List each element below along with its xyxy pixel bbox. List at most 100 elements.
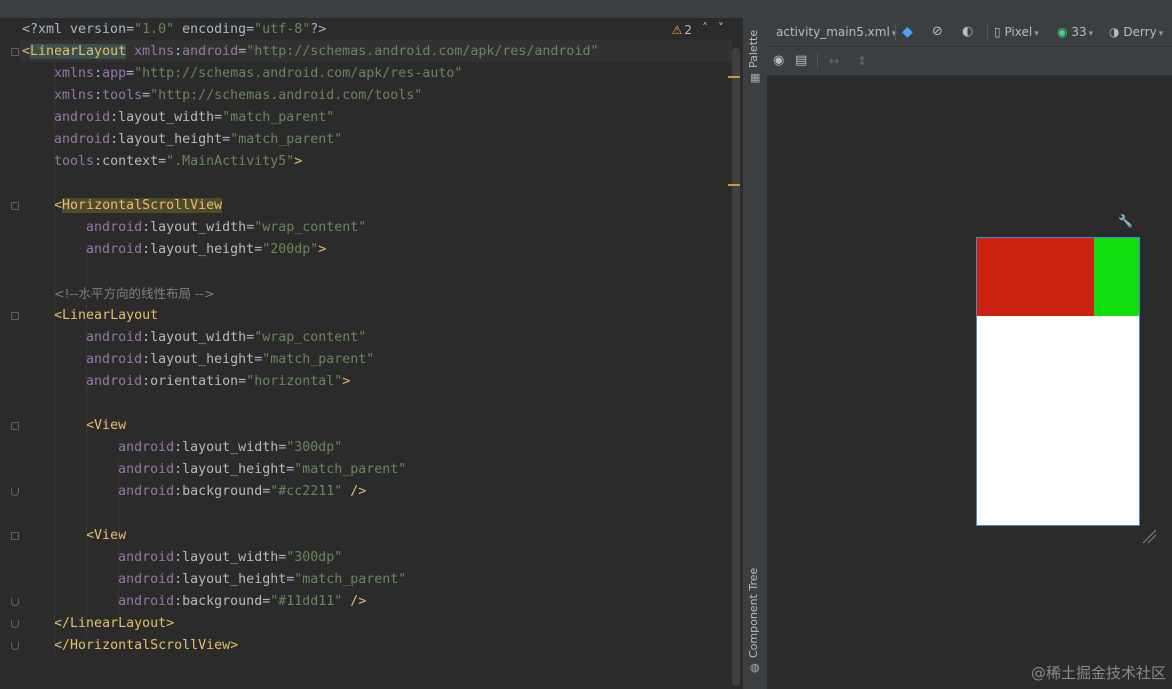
orientation-icon[interactable]: ⊘ — [932, 24, 943, 40]
code-token: <!--水平方向的线性布局 --> — [54, 286, 215, 301]
fold-marker-icon[interactable] — [11, 422, 19, 430]
code-line[interactable]: android:layout_height="200dp"> — [22, 239, 326, 261]
code-token: "#cc2211" — [270, 484, 343, 499]
code-line[interactable]: android:layout_height="match_parent" — [22, 569, 406, 591]
wrench-icon[interactable]: 🔧 — [1118, 214, 1133, 228]
code-line[interactable]: android:layout_width="wrap_content" — [22, 327, 366, 349]
code-token: "#11dd11" — [270, 594, 343, 609]
code-token: : — [174, 440, 183, 455]
vertical-constraint-icon[interactable]: ↕ — [857, 53, 867, 69]
code-token: <LinearLayout — [54, 308, 159, 323]
code-line[interactable]: android:layout_width="wrap_content" — [22, 217, 366, 239]
chevron-up-icon[interactable]: ˄ — [702, 21, 718, 35]
code-token: LinearLayout — [30, 44, 127, 59]
code-token: layout_height — [150, 242, 255, 257]
fold-marker-icon[interactable] — [11, 642, 19, 650]
code-line[interactable]: android:background="#11dd11" /> — [22, 591, 366, 613]
code-line[interactable]: <View — [22, 525, 126, 547]
indent-guide — [54, 48, 55, 658]
code-line[interactable]: android:orientation="horizontal"> — [22, 371, 350, 393]
code-token: = — [214, 110, 223, 125]
night-mode-icon[interactable]: ◐ — [962, 24, 973, 40]
file-selector[interactable]: activity_main5.xml▾ — [776, 24, 896, 40]
warning-marker[interactable] — [728, 184, 740, 186]
code-line[interactable]: </LinearLayout> — [22, 613, 174, 635]
code-token: /> — [342, 484, 367, 499]
code-line[interactable]: <HorizontalScrollView — [22, 195, 223, 217]
fold-marker-icon[interactable] — [11, 202, 19, 210]
fold-marker-icon[interactable] — [11, 598, 19, 606]
code-line[interactable]: tools:context=".MainActivity5"> — [22, 151, 302, 173]
device-name: Pixel — [1004, 25, 1033, 39]
code-token: android — [86, 242, 143, 257]
device-preview[interactable] — [976, 237, 1140, 526]
code-token: context — [102, 154, 159, 169]
fold-marker-icon[interactable] — [11, 488, 19, 496]
component-tree-icon[interactable]: ◍ — [750, 662, 762, 674]
preview-view-green[interactable] — [1094, 238, 1139, 316]
code-line[interactable]: <?xml version="1.0" encoding="utf-8"?> — [22, 19, 326, 41]
code-line[interactable]: android:layout_height="match_parent" — [22, 459, 406, 481]
warning-count: 2 — [684, 23, 692, 37]
warning-marker[interactable] — [728, 76, 740, 78]
code-line[interactable]: <!--水平方向的线性布局 --> — [22, 283, 215, 305]
preview-view-red[interactable] — [977, 238, 1094, 316]
blueprint-icon[interactable]: ▤ — [795, 53, 807, 69]
code-token: "http://schemas.android.com/apk/res/andr… — [246, 44, 599, 59]
code-line[interactable]: android:layout_width="300dp" — [22, 547, 342, 569]
fold-marker-icon[interactable] — [11, 532, 19, 540]
code-token: android — [86, 374, 143, 389]
code-token: xmlns — [54, 88, 95, 103]
watermark: @稀土掘金技术社区 — [1030, 664, 1166, 682]
code-line[interactable]: xmlns:app="http://schemas.android.com/ap… — [22, 63, 462, 85]
editor-scrollbar[interactable] — [732, 48, 740, 686]
code-token: : — [174, 572, 183, 587]
chevron-down-icon: ▾ — [1034, 29, 1039, 39]
code-token: tools — [102, 88, 143, 103]
code-token: : — [174, 44, 183, 59]
code-token: : — [110, 132, 119, 147]
fold-marker-icon[interactable] — [11, 620, 19, 628]
horizontal-constraint-icon[interactable]: ↔ — [829, 53, 839, 69]
design-canvas[interactable]: 🔧 — [767, 76, 1172, 689]
code-line[interactable]: xmlns:tools="http://schemas.android.com/… — [22, 85, 422, 107]
eye-icon[interactable]: ◉ — [773, 53, 784, 69]
chevron-down-icon[interactable]: ˅ — [718, 21, 734, 35]
code-token: "300dp" — [286, 440, 343, 455]
code-token: "match_parent" — [294, 572, 407, 587]
api-selector[interactable]: ◉ 33 ▾ — [1057, 24, 1093, 40]
indent-guide — [86, 248, 87, 638]
layers-icon[interactable]: ◆ — [902, 24, 913, 40]
code-token: = — [246, 330, 255, 345]
code-line[interactable]: android:layout_height="match_parent" — [22, 129, 342, 151]
code-line[interactable]: android:layout_width="match_parent" — [22, 107, 334, 129]
code-token: android — [54, 132, 111, 147]
palette-icon[interactable]: ▦ — [750, 72, 762, 84]
device-selector[interactable]: ▯ Pixel ▾ — [994, 24, 1039, 40]
chevron-down-icon: ▾ — [1158, 29, 1164, 39]
component-tree-tab[interactable]: Component Tree — [747, 568, 760, 658]
code-line[interactable]: <LinearLayout xmlns:android="http://sche… — [22, 41, 598, 63]
highlight-nav[interactable]: ˄˅ — [702, 21, 734, 35]
code-token: layout_width — [182, 440, 279, 455]
fold-marker-icon[interactable] — [11, 312, 19, 320]
code-line[interactable]: <View — [22, 415, 126, 437]
code-line[interactable]: <LinearLayout — [22, 305, 158, 327]
code-token: "http://schemas.android.com/apk/res-auto… — [134, 66, 463, 81]
theme-selector[interactable]: ◑ Derry ▾ — [1109, 24, 1163, 40]
inspection-widget[interactable]: ⚠ 2 — [672, 23, 692, 37]
fold-marker-icon[interactable] — [11, 48, 19, 56]
palette-tab[interactable]: Palette — [747, 30, 760, 68]
code-line[interactable]: android:background="#cc2211" /> — [22, 481, 366, 503]
resize-handle-icon[interactable] — [1141, 528, 1157, 544]
code-line[interactable]: android:layout_width="300dp" — [22, 437, 342, 459]
code-editor[interactable]: <?xml version="1.0" encoding="utf-8"?> <L… — [0, 18, 742, 689]
code-line[interactable]: android:layout_height="match_parent" — [22, 349, 374, 371]
